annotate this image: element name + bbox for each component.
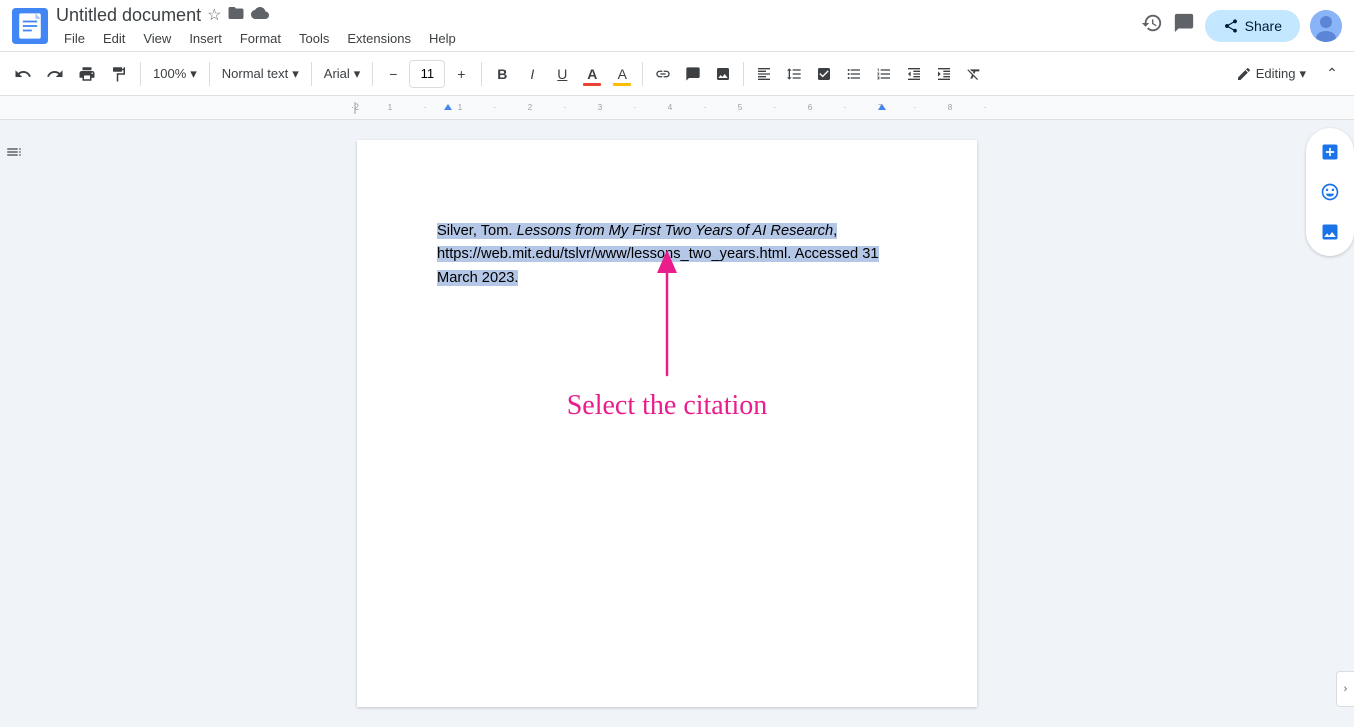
svg-text:·: ·: [634, 103, 637, 112]
svg-text:·: ·: [774, 103, 777, 112]
menu-edit[interactable]: Edit: [95, 29, 133, 48]
title-bar: Untitled document ☆ File Edit View Inser…: [0, 0, 1354, 52]
svg-text:3: 3: [598, 103, 603, 112]
image-button[interactable]: [709, 60, 737, 88]
menu-help[interactable]: Help: [421, 29, 464, 48]
editing-label: Editing: [1256, 66, 1296, 81]
divider-1: [140, 62, 141, 86]
highlight-button[interactable]: A: [608, 60, 636, 88]
redo-button[interactable]: [40, 58, 70, 90]
italic-button[interactable]: I: [518, 60, 546, 88]
divider-2: [209, 62, 210, 86]
docs-icon: [12, 8, 48, 44]
text-style-selector[interactable]: Normal text ▾: [216, 58, 305, 90]
collapse-toolbar-button[interactable]: ⌃: [1318, 60, 1346, 88]
divider-6: [642, 62, 643, 86]
zoom-selector[interactable]: 100% ▾: [147, 58, 203, 90]
increase-font-button[interactable]: +: [447, 60, 475, 88]
svg-text:·: ·: [914, 103, 917, 112]
svg-text:·: ·: [844, 103, 847, 112]
annotation-area: Select the citation: [437, 390, 897, 422]
menu-bar: File Edit View Insert Format Tools Exten…: [56, 29, 1141, 48]
svg-text:·: ·: [564, 103, 567, 112]
svg-text:·: ·: [984, 103, 987, 112]
menu-file[interactable]: File: [56, 29, 93, 48]
svg-text:6: 6: [808, 103, 813, 112]
chat-icon[interactable]: [1173, 12, 1195, 40]
font-color-button[interactable]: A: [578, 60, 606, 88]
svg-text:1: 1: [458, 103, 463, 112]
main-layout: Silver, Tom. Lessons from My First Two Y…: [0, 120, 1354, 727]
svg-text:·: ·: [704, 103, 707, 112]
image-side-button[interactable]: [1312, 214, 1348, 250]
annotation-text-container: Select the citation: [437, 390, 897, 422]
undo-button[interactable]: [8, 58, 38, 90]
divider-7: [743, 62, 744, 86]
collapse-panel-button[interactable]: ›: [1336, 671, 1354, 707]
bold-button[interactable]: B: [488, 60, 516, 88]
checklist-button[interactable]: [810, 60, 838, 88]
avatar[interactable]: [1310, 10, 1342, 42]
annotation-arrow: [627, 245, 707, 385]
add-note-button[interactable]: [1312, 134, 1348, 170]
menu-view[interactable]: View: [135, 29, 179, 48]
side-panel: [1306, 128, 1354, 256]
divider-4: [372, 62, 373, 86]
numbered-list-button[interactable]: [870, 60, 898, 88]
clear-format-button[interactable]: [960, 60, 988, 88]
citation-title: Lessons from My First Two Years of AI Re…: [517, 223, 834, 239]
citation-author: Silver, Tom.: [437, 223, 517, 239]
align-button[interactable]: [750, 60, 778, 88]
doc-area[interactable]: Silver, Tom. Lessons from My First Two Y…: [28, 120, 1306, 727]
increase-indent-button[interactable]: [930, 60, 958, 88]
doc-title[interactable]: Untitled document: [56, 5, 201, 26]
svg-text:1: 1: [388, 103, 393, 112]
svg-text:·2: ·2: [351, 102, 359, 112]
menu-insert[interactable]: Insert: [181, 29, 230, 48]
annotation-label: Select the citation: [567, 390, 768, 421]
title-right: Share: [1141, 10, 1342, 42]
sidebar-outline: [0, 120, 28, 727]
emoji-button[interactable]: [1312, 174, 1348, 210]
font-size-input[interactable]: [409, 60, 445, 88]
font-selector[interactable]: Arial ▾: [318, 58, 367, 90]
history-icon[interactable]: [1141, 12, 1163, 40]
toolbar: 100% ▾ Normal text ▾ Arial ▾ − + B I U A…: [0, 52, 1354, 96]
line-spacing-button[interactable]: [780, 60, 808, 88]
outline-toggle[interactable]: [0, 136, 29, 168]
menu-extensions[interactable]: Extensions: [339, 29, 419, 48]
svg-text:8: 8: [948, 103, 953, 112]
folder-icon[interactable]: [227, 4, 245, 27]
print-button[interactable]: [72, 58, 102, 90]
share-label: Share: [1245, 18, 1282, 34]
doc-page: Silver, Tom. Lessons from My First Two Y…: [357, 140, 977, 707]
decrease-indent-button[interactable]: [900, 60, 928, 88]
divider-3: [311, 62, 312, 86]
right-sidebar: [1306, 120, 1354, 727]
svg-text:5: 5: [738, 103, 743, 112]
svg-text:·: ·: [424, 103, 427, 112]
decrease-font-button[interactable]: −: [379, 60, 407, 88]
menu-format[interactable]: Format: [232, 29, 289, 48]
menu-tools[interactable]: Tools: [291, 29, 337, 48]
svg-text:2: 2: [528, 103, 533, 112]
editing-chevron: ▾: [1299, 66, 1306, 82]
svg-text:·: ·: [494, 103, 497, 112]
cloud-icon[interactable]: [251, 4, 269, 27]
divider-5: [481, 62, 482, 86]
share-button[interactable]: Share: [1205, 10, 1300, 42]
star-icon[interactable]: ☆: [207, 5, 221, 25]
link-button[interactable]: [649, 60, 677, 88]
svg-text:4: 4: [668, 103, 673, 112]
ruler: ·2 1 · 1 · 2 · 3 · 4 · 5 · 6 · 7 · 8 ·: [0, 96, 1354, 120]
underline-button[interactable]: U: [548, 60, 576, 88]
bullet-list-button[interactable]: [840, 60, 868, 88]
editing-mode-button[interactable]: Editing ▾: [1226, 62, 1316, 86]
paint-format-button[interactable]: [104, 58, 134, 90]
comment-button[interactable]: [679, 60, 707, 88]
ruler-svg: ·2 1 · 1 · 2 · 3 · 4 · 5 · 6 · 7 · 8 ·: [0, 96, 1354, 120]
title-area: Untitled document ☆ File Edit View Inser…: [56, 4, 1141, 48]
